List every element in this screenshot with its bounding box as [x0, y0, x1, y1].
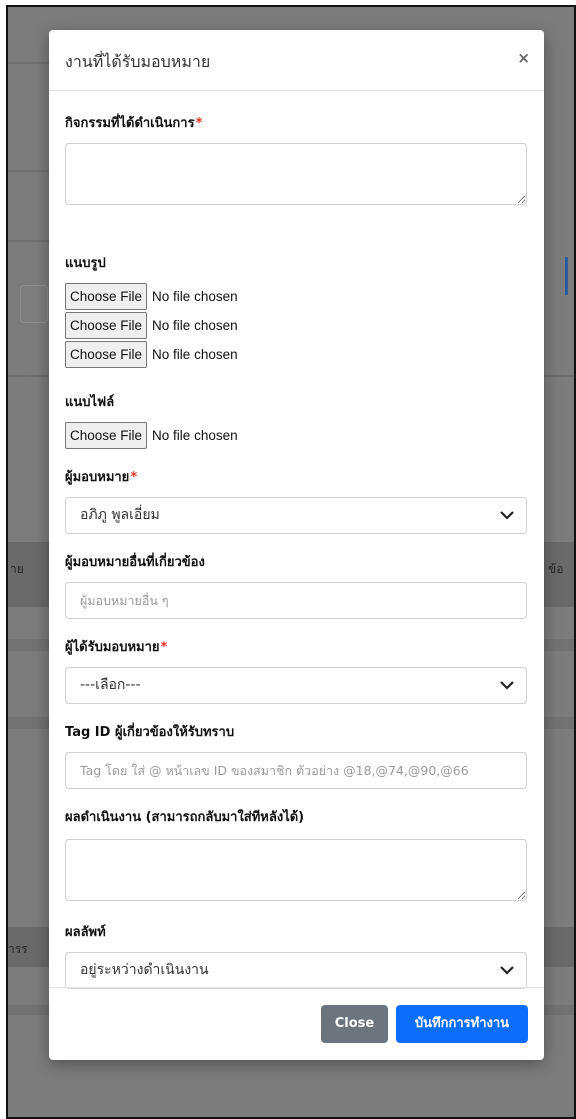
- modal-title: งานที่ได้รับมอบหมาย: [65, 52, 211, 71]
- file-status: No file chosen: [152, 347, 238, 362]
- chevron-down-icon: [500, 681, 514, 690]
- close-icon[interactable]: ×: [517, 49, 530, 67]
- other-assigner-label: ผู้มอบหมายอื่นที่เกี่ยวข้อง: [65, 555, 205, 570]
- background-accent: [565, 257, 568, 295]
- required-mark: *: [130, 470, 138, 485]
- modal-footer: Close บันทึกการทำงาน: [49, 987, 544, 1060]
- result-textarea[interactable]: [65, 839, 527, 901]
- other-assigner-field: ผู้มอบหมายอื่นที่เกี่ยวข้อง ผู้มอบหมายอื…: [65, 551, 528, 619]
- chevron-down-icon: [500, 511, 514, 520]
- background-cut-text: ารร: [8, 942, 28, 956]
- assigner-field: ผู้มอบหมาย* อภิภู พูลเอี่ยม: [65, 466, 528, 534]
- assignee-label: ผู้ได้รับมอบหมาย*: [65, 636, 528, 657]
- tag-label: Tag ID ผู้เกี่ยวข้องให้รับทราบ: [65, 725, 235, 740]
- background-input: [20, 285, 48, 323]
- assignee-selected-value: ---เลือก---: [80, 677, 141, 693]
- images-field: แนบรูป Choose File No file chosen Choose…: [65, 252, 528, 369]
- save-work-button[interactable]: บันทึกการทำงาน: [396, 1005, 528, 1043]
- assignee-field: ผู้ได้รับมอบหมาย* ---เลือก---: [65, 636, 528, 704]
- image-file-input-1: Choose File No file chosen: [65, 282, 528, 311]
- image-file-input-2: Choose File No file chosen: [65, 311, 528, 340]
- required-mark: *: [160, 640, 168, 655]
- tag-input[interactable]: Tag โดย ใส่ @ หน้าเลข ID ของสมาชิก ตัวอย…: [65, 752, 527, 789]
- outcome-field: ผลลัพท์ อยู่ระหว่างดำเนินงาน: [65, 921, 528, 989]
- assigner-select[interactable]: อภิภู พูลเอี่ยม: [65, 497, 527, 534]
- file-status: No file chosen: [152, 289, 238, 304]
- image-file-input-3: Choose File No file chosen: [65, 340, 528, 369]
- background-cut-text: ข้อ: [548, 562, 564, 576]
- chevron-down-icon: [500, 966, 514, 975]
- background-divider: [8, 62, 52, 64]
- activity-field: กิจกรรมที่ได้ดำเนินการ*: [65, 112, 528, 205]
- assigner-label: ผู้มอบหมาย*: [65, 466, 528, 487]
- choose-file-button[interactable]: Choose File: [65, 341, 148, 368]
- assigner-selected-value: อภิภู พูลเอี่ยม: [80, 507, 160, 523]
- activity-label: กิจกรรมที่ได้ดำเนินการ*: [65, 112, 528, 133]
- result-field: ผลดำเนินงาน (สามารถกลับมาใส่ทีหลังได้): [65, 806, 528, 901]
- outcome-label: ผลลัพท์: [65, 925, 106, 940]
- outcome-select[interactable]: อยู่ระหว่างดำเนินงาน: [65, 952, 527, 989]
- other-assigner-input[interactable]: ผู้มอบหมายอื่น ๆ: [65, 582, 527, 619]
- choose-file-button[interactable]: Choose File: [65, 283, 148, 310]
- close-button[interactable]: Close: [321, 1005, 388, 1043]
- files-label: แนบไฟล์: [65, 395, 115, 410]
- files-field: แนบไฟล์ Choose File No file chosen: [65, 391, 528, 450]
- result-label: ผลดำเนินงาน (สามารถกลับมาใส่ทีหลังได้): [65, 810, 305, 825]
- modal-header: งานที่ได้รับมอบหมาย ×: [49, 30, 544, 91]
- assignee-label-text: ผู้ได้รับมอบหมาย: [65, 640, 160, 655]
- choose-file-button[interactable]: Choose File: [65, 312, 148, 339]
- tag-field: Tag ID ผู้เกี่ยวข้องให้รับทราบ Tag โดย ใ…: [65, 721, 528, 789]
- file-status: No file chosen: [152, 428, 238, 443]
- assignee-select[interactable]: ---เลือก---: [65, 667, 527, 704]
- background-cut-text: าย: [10, 562, 24, 576]
- image-file-inputs: Choose File No file chosen Choose File N…: [65, 282, 528, 369]
- attach-file-input: Choose File No file chosen: [65, 421, 528, 450]
- activity-label-text: กิจกรรมที่ได้ดำเนินการ: [65, 116, 195, 131]
- choose-file-button[interactable]: Choose File: [65, 422, 148, 449]
- file-status: No file chosen: [152, 318, 238, 333]
- assignment-modal: งานที่ได้รับมอบหมาย × กิจกรรมที่ได้ดำเนิ…: [49, 30, 544, 1060]
- background-divider: [8, 170, 52, 172]
- required-mark: *: [195, 116, 203, 131]
- outcome-selected-value: อยู่ระหว่างดำเนินงาน: [80, 962, 209, 978]
- images-label: แนบรูป: [65, 256, 106, 271]
- assigner-label-text: ผู้มอบหมาย: [65, 470, 130, 485]
- background-divider: [8, 240, 52, 242]
- activity-textarea[interactable]: [65, 143, 527, 205]
